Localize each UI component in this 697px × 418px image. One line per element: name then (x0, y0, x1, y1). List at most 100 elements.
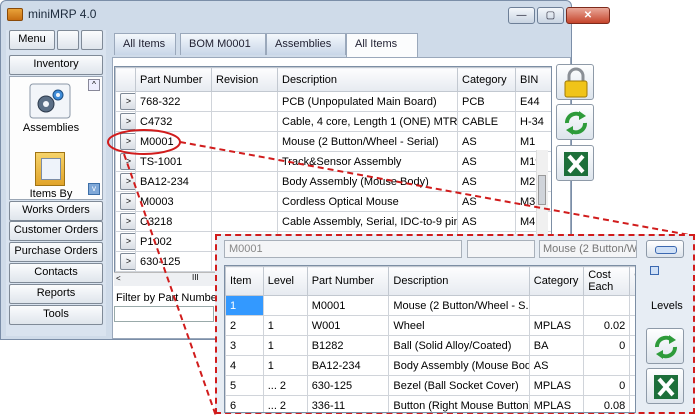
table-cell[interactable]: M0001 (135, 131, 212, 152)
bom-cell[interactable]: MPLAS (528, 315, 585, 336)
table-cell[interactable]: PCB (Unpopulated Main Board) (277, 91, 458, 112)
row-expand-button[interactable]: > (120, 253, 135, 270)
table-cell[interactable]: CABLE (457, 111, 516, 132)
bom-cell[interactable]: W001 (306, 315, 390, 336)
bom-cell[interactable] (629, 395, 635, 412)
row-expand-cell[interactable]: > (115, 91, 136, 112)
bom-cell[interactable]: ... 2 (262, 395, 308, 412)
table-cell[interactable]: Cordless Optical Mouse (277, 191, 458, 212)
table-cell[interactable]: AS (457, 191, 516, 212)
bom-row[interactable]: 1 M0001 Mouse (2 Button/Wheel - S... (225, 295, 635, 316)
bom-cell[interactable]: 6 (225, 395, 264, 412)
table-cell[interactable]: M1 (515, 131, 551, 152)
bom-cell[interactable]: Bezel (Ball Socket Cover) (388, 375, 530, 396)
menu-extra-button-2[interactable] (81, 30, 103, 50)
bom-cell[interactable]: Mouse (2 Button/Wheel - S... (388, 295, 530, 316)
table-cell[interactable] (211, 131, 278, 152)
bom-cell[interactable]: 1 (262, 335, 308, 356)
bom-row[interactable]: 2 1 W001 Wheel MPLAS 0.02 (225, 315, 635, 336)
row-expand-cell[interactable]: > (115, 191, 136, 212)
nav-scroll-up-button[interactable]: ^ (88, 79, 100, 91)
tab-bom-m0001[interactable]: BOM M0001 (180, 33, 266, 55)
assemblies-label[interactable]: Assemblies (9, 122, 93, 134)
bom-cell[interactable] (262, 295, 308, 316)
column-header-part-number[interactable]: Part Number (306, 266, 390, 296)
menu-button[interactable]: Menu (9, 30, 55, 50)
bom-row[interactable]: 6... 2 336-11 Button (Right Mouse Button) M… (225, 395, 635, 412)
row-expand-button[interactable]: > (120, 193, 135, 210)
bom-cell[interactable]: 0.08 (583, 395, 631, 412)
bom-cell[interactable]: 0 (583, 335, 631, 356)
bom-cell[interactable]: 5 (225, 375, 264, 396)
table-row[interactable]: > TS-1001 Track&Sensor Assembly AS M19 (115, 151, 551, 172)
bom-cell[interactable]: Ball (Solid Alloy/Coated) (388, 335, 530, 356)
bom-cell[interactable] (583, 355, 631, 376)
bom-row[interactable]: 5... 2 630-125 Bezel (Ball Socket Cover) MP… (225, 375, 635, 396)
table-cell[interactable] (211, 151, 278, 172)
column-header-part-number[interactable]: Part Number (135, 67, 212, 92)
row-expand-button[interactable]: > (120, 173, 135, 190)
bom-cell[interactable]: 2 (225, 315, 264, 336)
table-cell[interactable]: TS-1001 (135, 151, 212, 172)
row-expand-cell[interactable]: > (115, 111, 136, 132)
row-expand-button[interactable]: > (120, 93, 135, 110)
bom-cell[interactable]: 0.02 (583, 315, 631, 336)
items-by-label[interactable]: Items By (9, 188, 93, 200)
maximize-button[interactable]: ▢ (537, 7, 564, 24)
table-cell[interactable] (211, 211, 278, 232)
bom-cell[interactable]: 3 (225, 335, 264, 356)
bom-cell[interactable]: 336-11 (306, 395, 390, 412)
scrollbar-thumb[interactable] (538, 175, 546, 205)
table-cell[interactable] (211, 191, 278, 212)
table-cell[interactable]: AS (457, 151, 516, 172)
table-cell[interactable]: M0003 (135, 191, 212, 212)
row-expand-cell[interactable]: > (115, 211, 136, 232)
bom-revision-field[interactable] (467, 240, 535, 258)
scroll-left-button[interactable]: < (116, 274, 126, 284)
table-cell[interactable]: Cable Assembly, Serial, IDC-to-9 pin D (277, 211, 458, 232)
table-cell[interactable]: Track&Sensor Assembly (277, 151, 458, 172)
menu-extra-button-1[interactable] (57, 30, 79, 50)
row-expand-cell[interactable]: > (115, 151, 136, 172)
works-orders-button[interactable]: Works Orders (9, 201, 103, 221)
column-header-cost-each[interactable]: Cost Each (583, 266, 631, 296)
bom-cell[interactable]: 1 (262, 315, 308, 336)
column-header-item[interactable]: Item (225, 266, 264, 296)
table-cell[interactable]: P1002 (135, 231, 212, 252)
column-header-level[interactable]: Level (262, 266, 308, 296)
bom-cell[interactable]: 0 (583, 375, 631, 396)
reports-button[interactable]: Reports (9, 284, 103, 304)
bom-cell[interactable] (629, 335, 635, 356)
contacts-button[interactable]: Contacts (9, 263, 103, 283)
bom-cell[interactable] (629, 295, 635, 316)
bom-cell[interactable]: ... 2 (262, 375, 308, 396)
table-row[interactable]: > M0003 Cordless Optical Mouse AS M3 (115, 191, 551, 212)
bom-cell[interactable]: Button (Right Mouse Button) (388, 395, 530, 412)
bom-cell[interactable]: B1282 (306, 335, 390, 356)
bom-cell[interactable]: Wheel (388, 315, 530, 336)
purchase-orders-button[interactable]: Purchase Orders (9, 242, 103, 262)
column-header-category[interactable]: Category (528, 266, 585, 296)
column-header-category[interactable]: Category (457, 67, 516, 92)
column-header-extra[interactable]: G F (629, 266, 635, 296)
customer-orders-button[interactable]: Customer Orders (9, 221, 103, 241)
gears-icon[interactable] (29, 83, 71, 119)
row-expand-cell[interactable]: > (115, 131, 136, 152)
table-cell[interactable]: Body Assembly (Mouse Body) (277, 171, 458, 192)
filter-input[interactable] (114, 306, 214, 322)
bom-cell[interactable] (629, 375, 635, 396)
bom-cell[interactable]: MPLAS (528, 395, 585, 412)
bom-row[interactable]: 4 1 BA12-234 Body Assembly (Mouse Body) AS (225, 355, 635, 376)
tab-assemblies[interactable]: Assemblies (266, 33, 346, 55)
bom-cell[interactable]: MPLAS (528, 375, 585, 396)
row-expand-button[interactable]: > (120, 153, 135, 170)
bom-cell[interactable]: BA (528, 335, 585, 356)
bom-cell[interactable] (629, 315, 635, 336)
row-expand-button[interactable]: > (120, 113, 135, 130)
bom-row[interactable]: 3 1 B1282 Ball (Solid Alloy/Coated) BA 0 (225, 335, 635, 356)
scroll-grip[interactable]: III (192, 273, 206, 283)
table-row[interactable]: >768-322 PCB (Unpopulated Main Board) PCB E… (115, 91, 551, 112)
levels-checkbox[interactable] (650, 266, 659, 275)
table-row[interactable]: > C4732 Cable, 4 core, Length 1 (ONE) MTR C… (115, 111, 551, 132)
toggle-icon[interactable] (646, 240, 684, 258)
